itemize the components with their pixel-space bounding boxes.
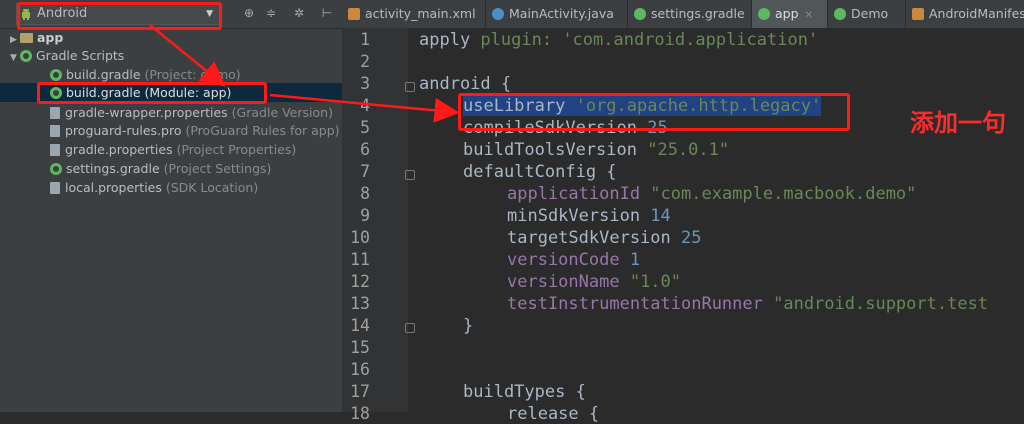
tree-item-label: local.properties bbox=[65, 180, 162, 195]
tree-item-settings-gradle[interactable]: settings.gradle (Project Settings) bbox=[50, 159, 271, 178]
annotation-box-module bbox=[37, 82, 267, 104]
tab-android-manifest[interactable]: AndroidManifest. bbox=[906, 0, 1024, 28]
close-icon[interactable]: ✕ bbox=[805, 10, 813, 21]
tree-item-label: build.gradle bbox=[66, 67, 141, 82]
fold-marker-icon[interactable] bbox=[405, 82, 415, 92]
code-line-12[interactable]: versionName "1.0" bbox=[507, 272, 681, 292]
code-line-9[interactable]: minSdkVersion 14 bbox=[507, 206, 671, 226]
line-number: 3 bbox=[360, 74, 370, 93]
line-number: 9 bbox=[360, 206, 370, 225]
tree-item-secondary: (Gradle Version) bbox=[231, 105, 333, 120]
line-number: 7 bbox=[360, 162, 370, 181]
project-panel: Android ▼ ⊕ ≑ ✲ ⊢ ▶ app ▼ Gradle Scripts b… bbox=[0, 0, 342, 412]
tree-item-label: gradle-wrapper.properties bbox=[65, 105, 228, 120]
gradle-icon bbox=[758, 8, 770, 20]
tree-item-app[interactable]: ▶ app bbox=[10, 28, 63, 47]
tree-item-secondary: (Project Properties) bbox=[176, 142, 297, 157]
code-line-3[interactable]: android { bbox=[419, 74, 511, 94]
tab-label: AndroidManifest. bbox=[929, 6, 1024, 21]
line-number: 2 bbox=[360, 52, 370, 71]
gradle-icon bbox=[634, 8, 646, 20]
line-number: 6 bbox=[360, 140, 370, 159]
properties-file-icon bbox=[50, 144, 60, 156]
line-number: 12 bbox=[350, 272, 370, 291]
tree-item-secondary: (Project: demo) bbox=[144, 67, 241, 82]
code-line-11[interactable]: versionCode 1 bbox=[507, 250, 640, 270]
gradle-icon bbox=[834, 8, 846, 20]
tab-label: activity_main.xml bbox=[365, 6, 476, 21]
line-number: 15 bbox=[350, 338, 370, 357]
gradle-icon bbox=[50, 163, 62, 175]
gear-icon[interactable]: ✲ bbox=[292, 6, 306, 20]
tree-item-gradle-properties[interactable]: gradle.properties (Project Properties) bbox=[50, 140, 296, 159]
code-line-8[interactable]: applicationId "com.example.macbook.demo" bbox=[507, 184, 916, 204]
tree-item-proguard[interactable]: proguard-rules.pro (ProGuard Rules for a… bbox=[50, 121, 340, 140]
tab-label: settings.gradle bbox=[651, 6, 745, 21]
fold-marker-icon[interactable] bbox=[405, 170, 415, 180]
line-number: 11 bbox=[350, 250, 370, 269]
line-number: 18 bbox=[350, 404, 370, 423]
code-line-7[interactable]: defaultConfig { bbox=[463, 162, 617, 182]
tab-main-activity[interactable]: MainActivity.java bbox=[486, 0, 628, 28]
tab-activity-main[interactable]: activity_main.xml bbox=[342, 0, 486, 28]
tree-item-local-properties[interactable]: local.properties (SDK Location) bbox=[50, 178, 258, 197]
tree-item-gradle-scripts[interactable]: ▼ Gradle Scripts bbox=[10, 46, 124, 65]
collapse-arrow-icon: ▼ bbox=[10, 53, 17, 63]
line-number: 5 bbox=[360, 118, 370, 137]
line-number: 17 bbox=[350, 382, 370, 401]
line-number: 4 bbox=[360, 96, 370, 115]
annotation-label: 添加一句 bbox=[910, 109, 1006, 137]
annotation-box-code bbox=[458, 93, 850, 131]
annotation-box-selector bbox=[17, 2, 222, 30]
tab-label: app bbox=[775, 6, 799, 21]
tab-settings-gradle[interactable]: settings.gradle bbox=[628, 0, 752, 28]
code-line-17[interactable]: buildTypes { bbox=[463, 382, 586, 402]
code-line-13[interactable]: testInstrumentationRunner "android.suppo… bbox=[507, 294, 988, 314]
tree-item-label: settings.gradle bbox=[66, 161, 160, 176]
tree-item-secondary: (SDK Location) bbox=[165, 180, 259, 195]
line-number: 16 bbox=[350, 360, 370, 379]
code-line-10[interactable]: targetSdkVersion 25 bbox=[507, 228, 701, 248]
properties-file-icon bbox=[50, 182, 60, 194]
collapse-icon[interactable]: ≑ bbox=[264, 6, 278, 20]
tab-label: Demo bbox=[851, 6, 889, 21]
code-line-14[interactable]: } bbox=[463, 316, 473, 336]
line-number: 14 bbox=[350, 316, 370, 335]
tree-item-label: proguard-rules.pro bbox=[65, 123, 182, 138]
folder-icon bbox=[20, 33, 33, 43]
editor-tab-bar: activity_main.xml MainActivity.java sett… bbox=[342, 0, 1024, 29]
tab-label: MainActivity.java bbox=[509, 6, 614, 21]
tree-item-label: Gradle Scripts bbox=[36, 48, 125, 63]
target-icon[interactable]: ⊕ bbox=[242, 6, 256, 20]
properties-file-icon bbox=[50, 107, 60, 119]
code-line-18[interactable]: release { bbox=[507, 404, 599, 424]
hide-panel-icon[interactable]: ⊢ bbox=[320, 6, 334, 20]
line-number: 10 bbox=[350, 228, 370, 247]
tab-demo[interactable]: Demo bbox=[828, 0, 906, 28]
line-number: 13 bbox=[350, 294, 370, 313]
tree-item-secondary: (ProGuard Rules for app) bbox=[185, 123, 340, 138]
gradle-icon bbox=[50, 69, 62, 81]
tab-app[interactable]: app ✕ bbox=[752, 0, 828, 28]
code-line-6[interactable]: buildToolsVersion "25.0.1" bbox=[463, 140, 729, 160]
tree-item-label: gradle.properties bbox=[65, 142, 173, 157]
java-class-icon bbox=[492, 8, 504, 20]
xml-file-icon bbox=[912, 8, 924, 20]
tree-item-gradle-wrapper[interactable]: gradle-wrapper.properties (Gradle Versio… bbox=[50, 103, 333, 122]
fold-marker-icon[interactable] bbox=[405, 323, 415, 333]
line-number: 8 bbox=[360, 184, 370, 203]
xml-file-icon bbox=[348, 8, 360, 20]
tree-item-label: app bbox=[37, 30, 64, 45]
gradle-icon bbox=[20, 50, 32, 62]
tree-item-secondary: (Project Settings) bbox=[163, 161, 272, 176]
line-number: 1 bbox=[360, 30, 370, 49]
code-line-1[interactable]: apply plugin: 'com.android.application' bbox=[419, 30, 818, 50]
file-icon bbox=[50, 125, 60, 137]
